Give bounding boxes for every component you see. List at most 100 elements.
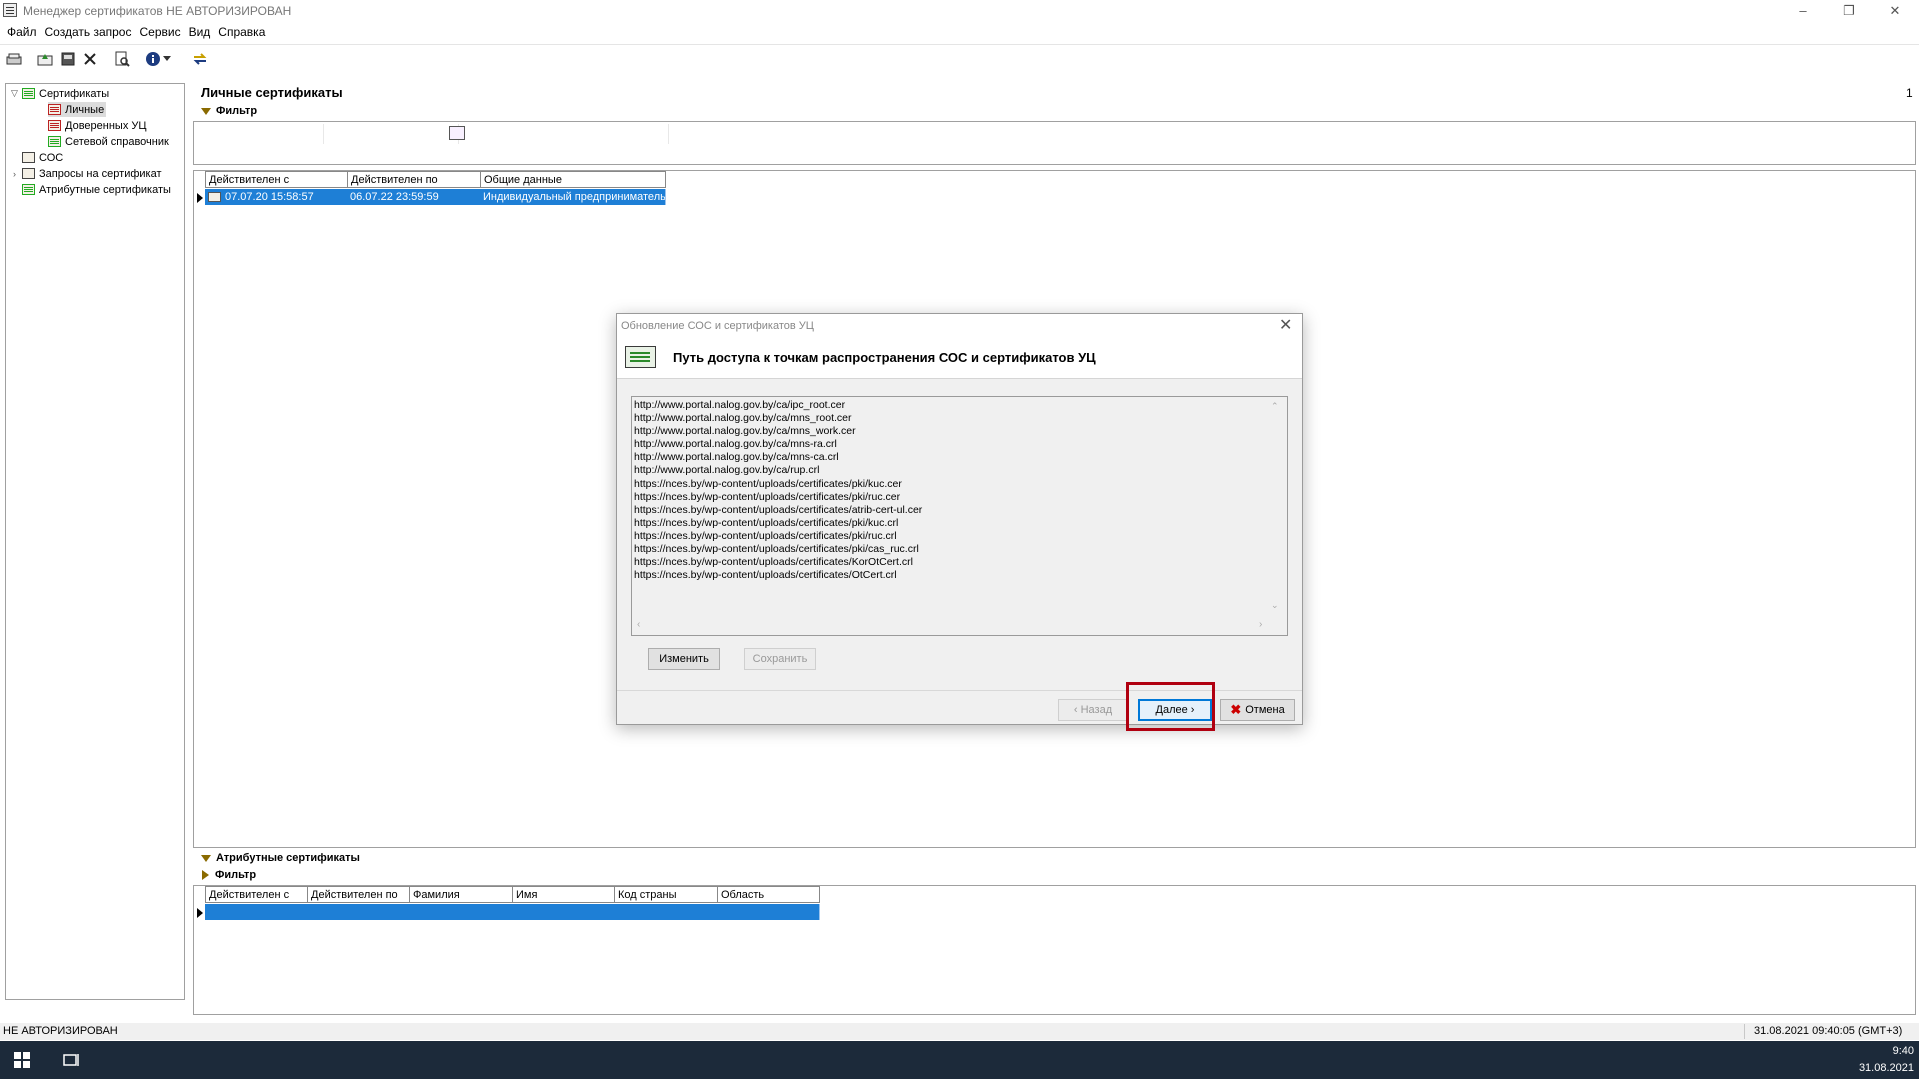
import-icon[interactable] bbox=[35, 49, 55, 69]
list-item: https://nces.by/wp-content/uploads/certi… bbox=[634, 529, 897, 542]
attr-section-toggle[interactable]: Атрибутные сертификаты bbox=[193, 852, 360, 864]
dialog-header: Обновление СОС и сертификатов УЦ ✕ Путь … bbox=[617, 314, 1302, 379]
tree-item-network-directory[interactable]: Сетевой справочник bbox=[48, 134, 169, 149]
scroll-down-icon[interactable]: ⌄ bbox=[1271, 600, 1279, 611]
column-header-surname[interactable]: Фамилия bbox=[409, 886, 513, 903]
expand-icon[interactable]: › bbox=[10, 169, 19, 179]
dialog-title: Обновление СОС и сертификатов УЦ bbox=[621, 320, 814, 332]
task-view-icon[interactable] bbox=[62, 1052, 80, 1071]
title-bar: Менеджер сертификатов НЕ АВТОРИЗИРОВАН –… bbox=[0, 0, 1919, 22]
column-header-valid-to[interactable]: Действителен по bbox=[307, 886, 410, 903]
minimize-button[interactable]: – bbox=[1780, 0, 1826, 22]
taskbar: 9:40 31.08.2021 bbox=[0, 1041, 1919, 1079]
tree-item-personal[interactable]: Личные bbox=[48, 102, 107, 117]
url-list[interactable]: http://www.portal.nalog.gov.by/ca/ipc_ro… bbox=[631, 396, 1288, 636]
maximize-button[interactable]: ❐ bbox=[1826, 0, 1872, 22]
cancel-x-icon: ✖ bbox=[1230, 702, 1242, 717]
certificate-icon bbox=[48, 120, 61, 131]
update-crl-dialog: Обновление СОС и сертификатов УЦ ✕ Путь … bbox=[616, 313, 1303, 725]
column-header-valid-from[interactable]: Действителен с bbox=[205, 171, 348, 188]
export-icon[interactable] bbox=[58, 49, 78, 69]
list-item: http://www.portal.nalog.gov.by/ca/rup.cr… bbox=[634, 464, 820, 477]
save-button[interactable]: Сохранить bbox=[744, 648, 816, 670]
list-item: https://nces.by/wp-content/uploads/certi… bbox=[634, 477, 902, 490]
column-header-region[interactable]: Область bbox=[717, 886, 820, 903]
change-button[interactable]: Изменить bbox=[648, 648, 720, 670]
menu-bar: Файл Создать запрос Сервис Вид Справка bbox=[0, 22, 1919, 42]
table-row-empty[interactable] bbox=[205, 904, 820, 920]
status-bar: НЕ АВТОРИЗИРОВАН 31.08.2021 09:40:05 (GM… bbox=[0, 1023, 1919, 1040]
scroll-left-icon[interactable]: ‹ bbox=[637, 619, 640, 630]
filter-toggle[interactable]: Фильтр bbox=[193, 105, 257, 117]
tree-item-certificates[interactable]: ▽ Сертификаты bbox=[10, 86, 109, 101]
tree-item-requests[interactable]: › Запросы на сертификат bbox=[10, 166, 162, 181]
info-icon[interactable] bbox=[143, 49, 163, 69]
list-item: https://nces.by/wp-content/uploads/certi… bbox=[634, 543, 919, 556]
dropdown-arrow-icon[interactable] bbox=[161, 49, 173, 69]
list-item: https://nces.by/wp-content/uploads/certi… bbox=[634, 556, 913, 569]
tree-item-crl[interactable]: СОС bbox=[22, 150, 63, 165]
row-pointer-icon bbox=[197, 908, 203, 918]
menu-view[interactable]: Вид bbox=[185, 22, 215, 42]
table-row-cell-valid-to[interactable]: 06.07.22 23:59:59 bbox=[347, 189, 481, 205]
column-header-name[interactable]: Имя bbox=[512, 886, 615, 903]
crl-icon bbox=[22, 152, 35, 163]
column-header-valid-from[interactable]: Действителен с bbox=[205, 886, 308, 903]
filter-cell-general[interactable] bbox=[484, 124, 669, 144]
url-list-content: http://www.portal.nalog.gov.by/ca/ipc_ro… bbox=[634, 399, 922, 582]
tree-item-trusted-ca[interactable]: Доверенных УЦ bbox=[48, 118, 147, 133]
list-item: https://nces.by/wp-content/uploads/certi… bbox=[634, 569, 897, 582]
menu-help[interactable]: Справка bbox=[214, 22, 269, 42]
list-item: http://www.portal.nalog.gov.by/ca/mns-ra… bbox=[634, 438, 837, 451]
back-button[interactable]: ‹ Назад bbox=[1058, 699, 1128, 721]
list-item: https://nces.by/wp-content/uploads/certi… bbox=[634, 516, 899, 529]
scroll-up-icon[interactable]: ⌃ bbox=[1271, 401, 1279, 412]
status-datetime: 31.08.2021 09:40:05 (GMT+3) bbox=[1754, 1025, 1903, 1037]
column-header-general-data[interactable]: Общие данные bbox=[480, 171, 666, 188]
column-header-country-code[interactable]: Код страны bbox=[614, 886, 718, 903]
app-icon bbox=[3, 3, 17, 17]
filter-cell-from[interactable] bbox=[204, 124, 324, 144]
status-auth: НЕ АВТОРИЗИРОВАН bbox=[3, 1025, 118, 1037]
taskbar-time[interactable]: 9:40 bbox=[1878, 1045, 1914, 1057]
collapse-arrow-icon bbox=[201, 854, 211, 862]
cancel-button[interactable]: ✖ Отмена bbox=[1220, 699, 1295, 721]
taskbar-date[interactable]: 31.08.2021 bbox=[1855, 1062, 1914, 1074]
certificate-icon bbox=[22, 184, 35, 195]
calendar-icon[interactable] bbox=[449, 126, 465, 140]
windows-start-icon[interactable] bbox=[14, 1052, 30, 1071]
dialog-close-icon[interactable]: ✕ bbox=[1279, 315, 1292, 335]
table-row-cell-valid-from[interactable]: 07.07.20 15:58:57 bbox=[205, 189, 348, 205]
dialog-heading: Путь доступа к точкам распространения СО… bbox=[673, 350, 1096, 365]
window-title: Менеджер сертификатов НЕ АВТОРИЗИРОВАН bbox=[23, 4, 292, 18]
list-item: http://www.portal.nalog.gov.by/ca/mns_wo… bbox=[634, 425, 856, 438]
attr-filter-toggle[interactable]: Фильтр bbox=[193, 869, 256, 881]
collapse-arrow-icon bbox=[201, 107, 211, 115]
close-button[interactable]: ✕ bbox=[1872, 0, 1918, 22]
delete-icon[interactable] bbox=[80, 49, 100, 69]
certificate-icon bbox=[625, 346, 656, 368]
filter-panel bbox=[193, 121, 1916, 165]
certificate-icon bbox=[48, 136, 61, 147]
table-row-cell-general-data[interactable]: Индивидуальный предприниматель bbox=[480, 189, 666, 205]
certificates-icon[interactable] bbox=[4, 49, 24, 69]
navigation-tree: ▽ Сертификаты Личные Доверенных УЦ Сетево… bbox=[5, 83, 185, 1000]
list-item: http://www.portal.nalog.gov.by/ca/mns_ro… bbox=[634, 412, 852, 425]
collapse-icon[interactable]: ▽ bbox=[10, 88, 19, 99]
certificate-icon bbox=[48, 104, 61, 115]
page-number: 1 bbox=[1906, 86, 1913, 100]
list-item: https://nces.by/wp-content/uploads/certi… bbox=[634, 490, 901, 503]
certificate-icon bbox=[208, 192, 221, 202]
view-properties-icon[interactable] bbox=[112, 49, 132, 69]
filter-cell-to[interactable] bbox=[324, 124, 465, 144]
menu-service[interactable]: Сервис bbox=[135, 22, 184, 42]
column-header-valid-to[interactable]: Действителен по bbox=[347, 171, 481, 188]
request-icon bbox=[22, 168, 35, 179]
scroll-right-icon[interactable]: › bbox=[1259, 619, 1262, 630]
tree-item-attribute-certs[interactable]: Атрибутные сертификаты bbox=[22, 182, 171, 197]
menu-file[interactable]: Файл bbox=[3, 22, 41, 42]
update-arrows-icon[interactable] bbox=[190, 49, 210, 69]
toolbar bbox=[0, 44, 1919, 72]
menu-create-request[interactable]: Создать запрос bbox=[41, 22, 136, 42]
expand-arrow-icon bbox=[202, 870, 209, 880]
